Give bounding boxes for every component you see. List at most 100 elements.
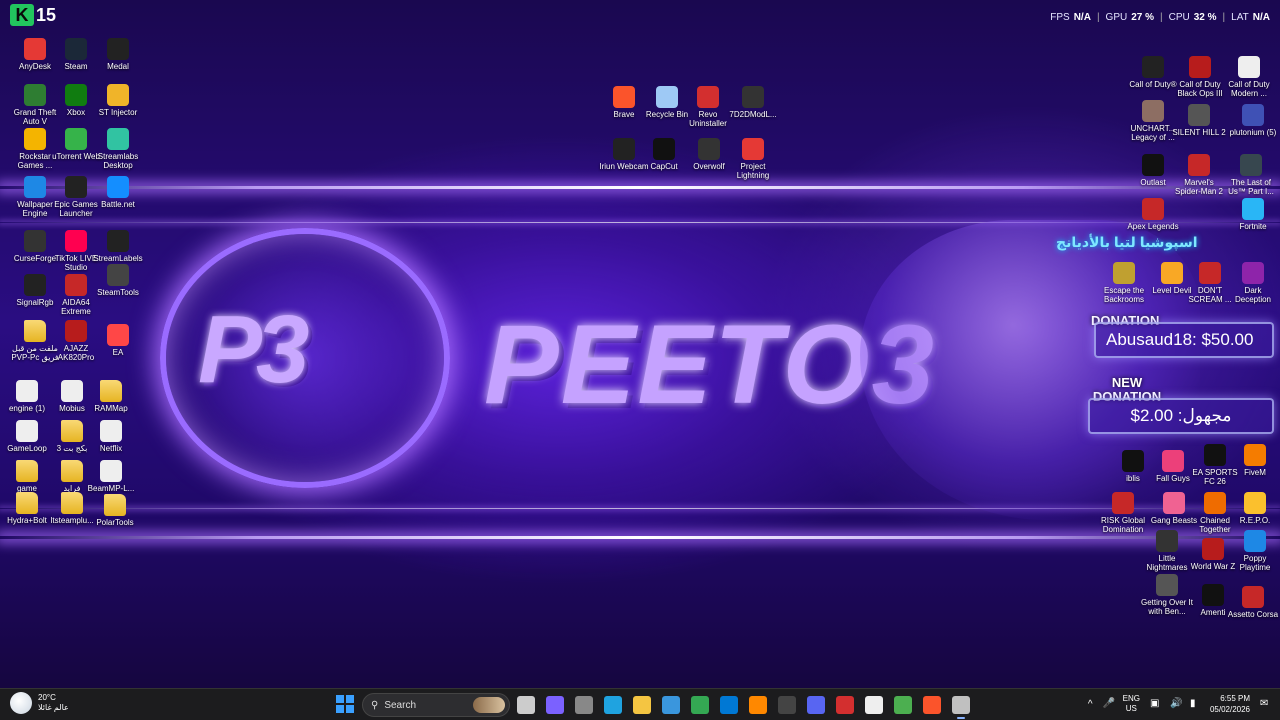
spiderman-icon bbox=[1188, 154, 1210, 176]
silent-hill-icon bbox=[1188, 104, 1210, 126]
brave-icon bbox=[613, 86, 635, 108]
wwz-icon bbox=[1202, 538, 1224, 560]
desktop-shortcut[interactable]: Escape the Backrooms bbox=[1097, 262, 1151, 304]
file-icon bbox=[100, 420, 122, 442]
desktop-shortcut[interactable]: ST Injector bbox=[91, 84, 145, 117]
weather-temperature: 20°C bbox=[38, 693, 56, 702]
desktop-shortcut[interactable]: BeamMP-L... bbox=[84, 460, 138, 493]
shortcut-label: Project Lightning bbox=[736, 162, 770, 180]
poppy-icon bbox=[1244, 530, 1266, 552]
widgets-icon[interactable] bbox=[575, 696, 593, 714]
brave-taskbar-icon[interactable] bbox=[923, 696, 941, 714]
getting-over-it-icon bbox=[1156, 574, 1178, 596]
desktop-shortcut[interactable]: Netflix bbox=[84, 420, 138, 453]
shortcut-label: Call of Duty Modern ... bbox=[1228, 80, 1270, 98]
performance-overlay: FPS N/A | GPU 27 % | CPU 32 % | LAT N/A bbox=[1050, 12, 1270, 23]
desktop-shortcut[interactable]: Assetto Corsa bbox=[1226, 586, 1280, 619]
desktop-shortcut[interactable]: SILENT HILL 2 bbox=[1172, 104, 1226, 137]
battlenet-icon bbox=[107, 176, 129, 198]
notifications-icon[interactable]: ✉ bbox=[1260, 699, 1270, 709]
folder-icon bbox=[104, 494, 126, 516]
system-tray: ^ 🎤 ENG US ▣ 🔊 ▮ 6:55 PM 05/02/2026 ✉ bbox=[1088, 693, 1270, 715]
capcut-taskbar-icon[interactable] bbox=[865, 696, 883, 714]
start-button[interactable] bbox=[336, 695, 354, 713]
backrooms-icon bbox=[1113, 262, 1135, 284]
desktop-shortcut[interactable]: Apex Legends bbox=[1126, 198, 1180, 231]
desktop-shortcut[interactable]: Poppy Playtime bbox=[1228, 530, 1280, 572]
desktop-shortcut[interactable]: Call of Duty® bbox=[1126, 56, 1180, 89]
desktop-shortcut[interactable]: R.E.P.O. bbox=[1228, 492, 1280, 525]
desktop-shortcut[interactable]: Call of Duty Modern ... bbox=[1222, 56, 1276, 98]
level-devil-icon bbox=[1161, 262, 1183, 284]
desktop-shortcut[interactable]: EA bbox=[91, 324, 145, 357]
stream-banner-text: اسپوشيا لتيا بالأديانج bbox=[1056, 234, 1198, 250]
rockstar-icon bbox=[24, 128, 46, 150]
desktop-shortcut[interactable]: RAMMap bbox=[84, 380, 138, 413]
desktop-shortcut[interactable]: Battle.net bbox=[91, 176, 145, 209]
file-icon bbox=[61, 380, 83, 402]
latency-stat: LAT N/A bbox=[1231, 12, 1270, 23]
weather-cloud-icon bbox=[10, 692, 32, 714]
medal-icon bbox=[107, 38, 129, 60]
taskbar-search[interactable]: ⚲ Search bbox=[362, 693, 510, 717]
chained-icon bbox=[1204, 492, 1226, 514]
task-view-icon[interactable] bbox=[517, 696, 535, 714]
desktop-shortcut[interactable]: Streamlabs Desktop bbox=[91, 128, 145, 170]
shortcut-label: Netflix bbox=[99, 444, 123, 453]
shortcut-label: FiveM bbox=[1244, 468, 1266, 477]
overlay-counter-value: 15 bbox=[36, 4, 57, 25]
weather-widget[interactable]: 20°C عالم غائلا bbox=[10, 692, 69, 714]
shortcut-label: Assetto Corsa bbox=[1227, 610, 1279, 619]
copilot-icon[interactable] bbox=[546, 696, 564, 714]
obs-icon[interactable] bbox=[778, 696, 796, 714]
network-icon[interactable]: ▣ bbox=[1150, 699, 1160, 709]
shortcut-label: Poppy Playtime bbox=[1239, 554, 1271, 572]
tray-overflow-chevron-icon[interactable]: ^ bbox=[1088, 699, 1093, 710]
desktop-shortcut[interactable]: The Last of Us™ Part I... bbox=[1224, 154, 1278, 196]
utorrent-icon bbox=[65, 128, 87, 150]
tiktok-icon bbox=[65, 230, 87, 252]
minecraft-icon[interactable] bbox=[894, 696, 912, 714]
desktop-shortcut[interactable]: plutonium (5) bbox=[1226, 104, 1280, 137]
shortcut-label: 7D2DModL... bbox=[729, 110, 777, 119]
cod-bo3-icon bbox=[1189, 56, 1211, 78]
overlay-counter: K 15 bbox=[10, 4, 56, 26]
lightning-icon bbox=[742, 138, 764, 160]
desktop-shortcut[interactable]: Project Lightning bbox=[726, 138, 780, 180]
desktop-shortcut[interactable]: Fortnite bbox=[1226, 198, 1280, 231]
mail-icon[interactable] bbox=[720, 696, 738, 714]
file-explorer-icon[interactable] bbox=[633, 696, 651, 714]
desktop-shortcut[interactable]: StreamLabels bbox=[91, 230, 145, 263]
vlc-icon[interactable] bbox=[749, 696, 767, 714]
desktop-shortcut[interactable]: Marvel's Spider-Man 2 bbox=[1172, 154, 1226, 196]
microphone-icon[interactable]: 🎤 bbox=[1103, 699, 1115, 709]
edge-icon[interactable] bbox=[604, 696, 622, 714]
store-icon[interactable] bbox=[662, 696, 680, 714]
clock-time: 6:55 PM bbox=[1220, 694, 1250, 703]
language-indicator[interactable]: ENG US bbox=[1123, 694, 1140, 714]
fps-stat: FPS N/A bbox=[1050, 12, 1091, 23]
chrome-icon[interactable] bbox=[691, 696, 709, 714]
desktop-shortcut[interactable]: Call of Duty Black Ops III bbox=[1173, 56, 1227, 98]
desktop-shortcut[interactable]: RISK Global Domination bbox=[1096, 492, 1150, 534]
desktop-shortcut[interactable]: Dark Deception bbox=[1226, 262, 1280, 304]
search-label: Search bbox=[384, 699, 417, 711]
mod-icon bbox=[742, 86, 764, 108]
clock-date: 05/02/2026 bbox=[1209, 705, 1250, 714]
steam-taskbar-icon[interactable] bbox=[952, 696, 970, 719]
volume-icon[interactable]: 🔊 bbox=[1170, 699, 1182, 709]
shortcut-label: Streamlabs Desktop bbox=[97, 152, 139, 170]
desktop-shortcut[interactable]: Medal bbox=[91, 38, 145, 71]
folder-icon bbox=[24, 320, 46, 342]
kick-logo-icon: K bbox=[10, 4, 34, 26]
battery-icon[interactable]: ▮ bbox=[1190, 699, 1200, 709]
file-icon bbox=[16, 420, 38, 442]
desktop-shortcut[interactable]: SteamTools bbox=[91, 264, 145, 297]
desktop-shortcut[interactable]: 7D2DModL... bbox=[726, 86, 780, 119]
desktop-shortcut[interactable]: FiveM bbox=[1228, 444, 1280, 477]
fivem-icon bbox=[1244, 444, 1266, 466]
clock[interactable]: 6:55 PM 05/02/2026 bbox=[1210, 693, 1250, 715]
desktop-shortcut[interactable]: PolarTools bbox=[88, 494, 142, 527]
streamer-app-icon[interactable] bbox=[836, 696, 854, 714]
discord-icon[interactable] bbox=[807, 696, 825, 714]
